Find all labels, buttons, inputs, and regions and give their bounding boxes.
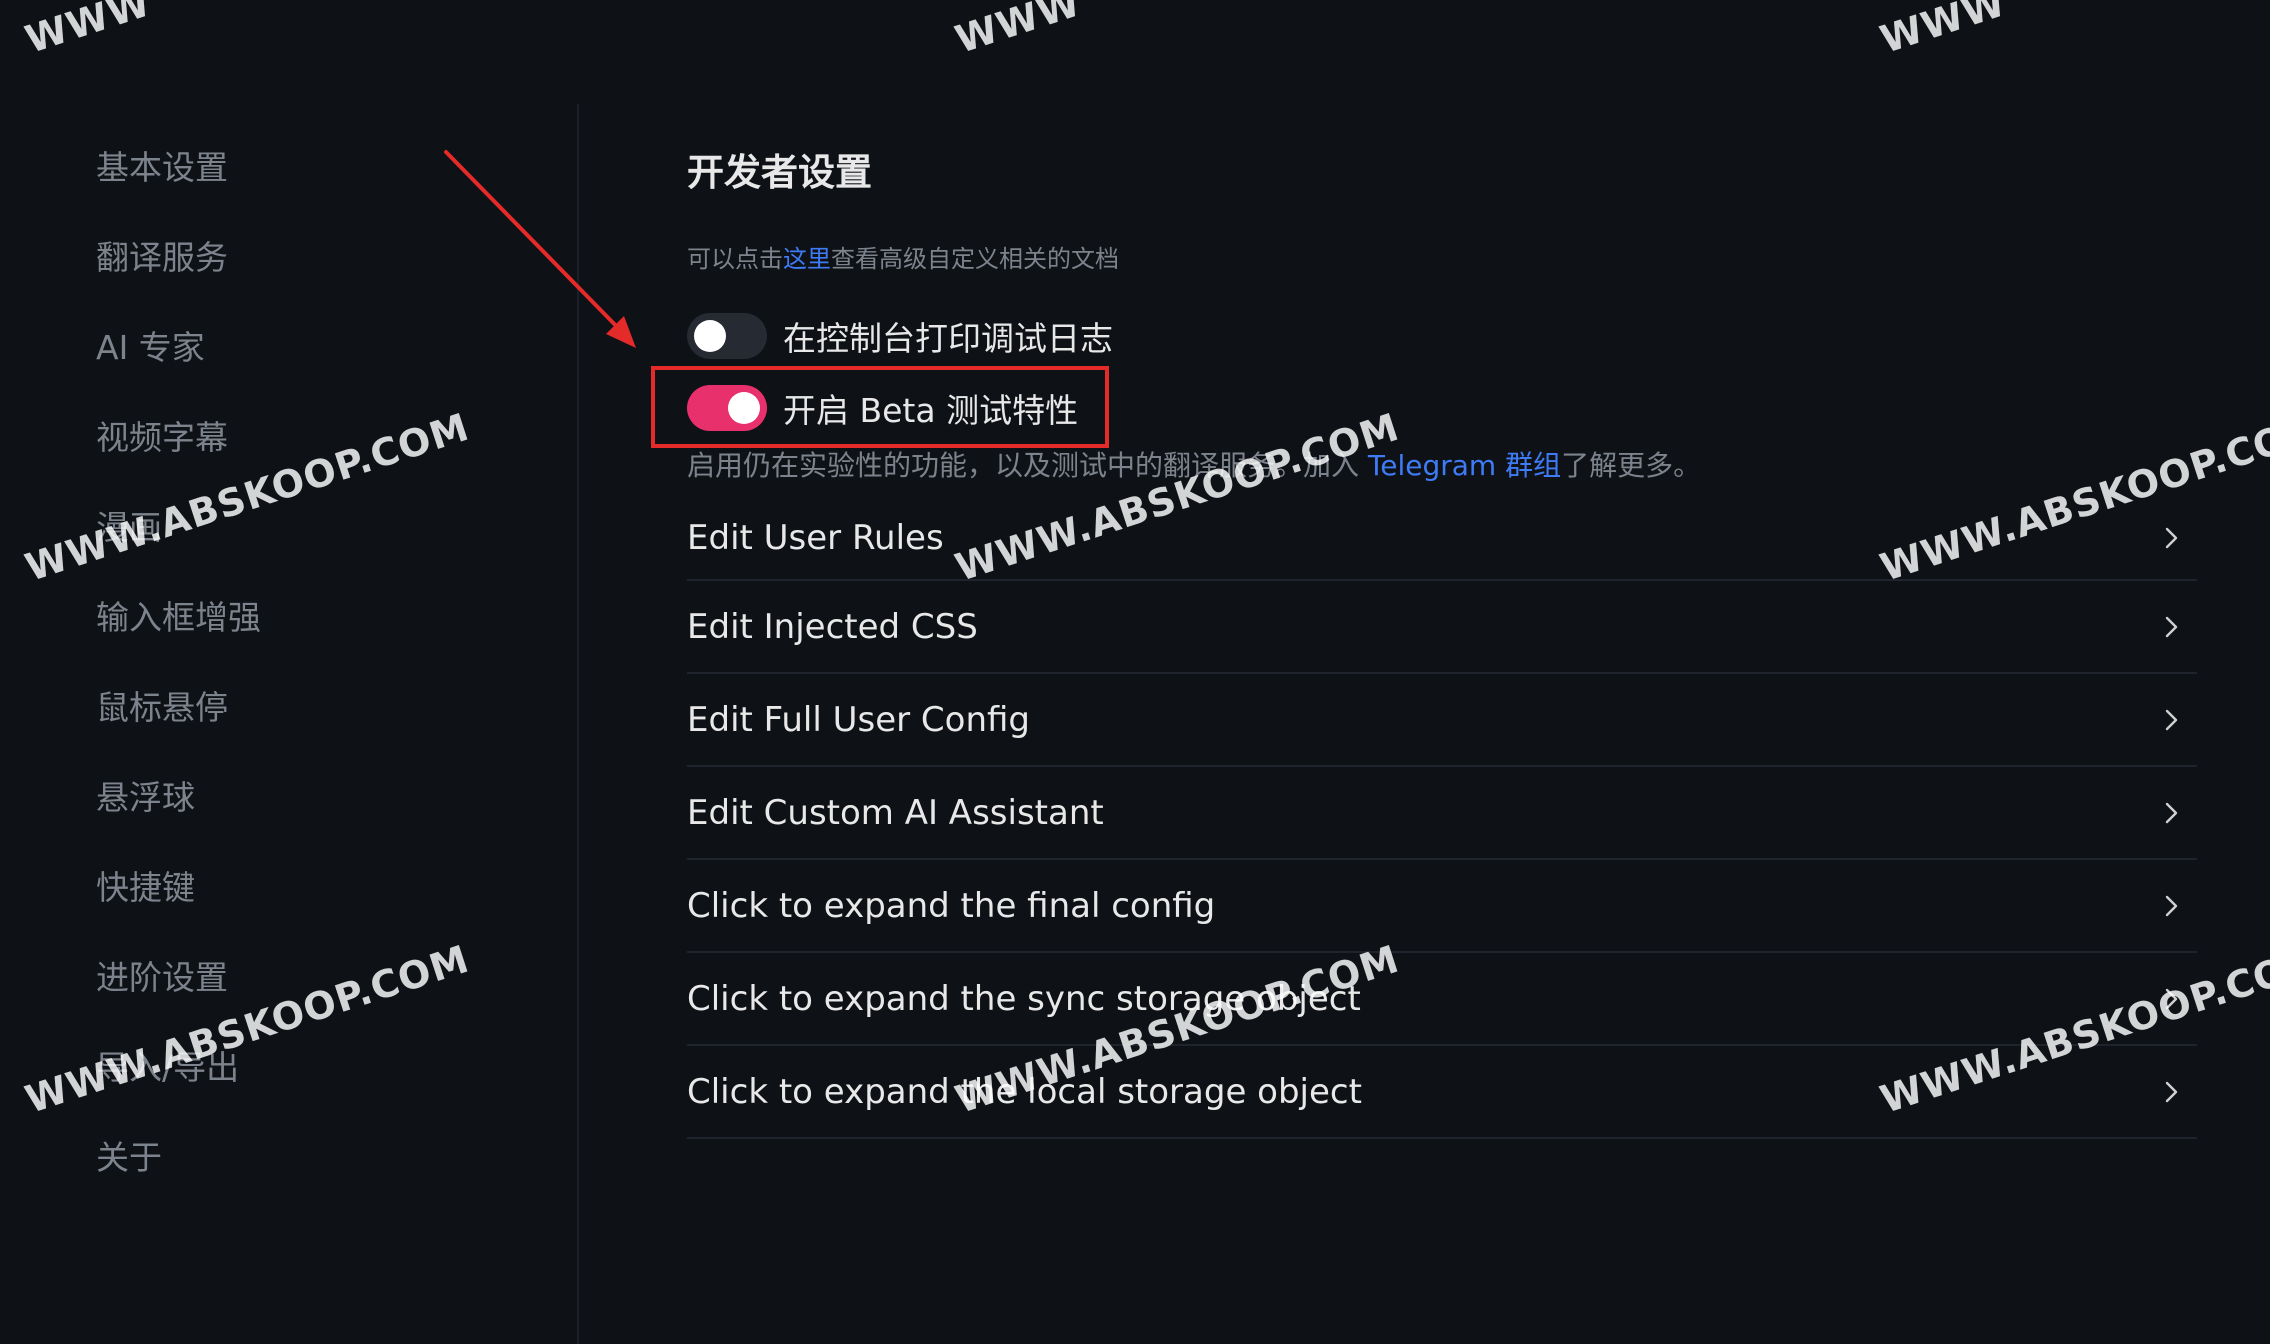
beta-description: 启用仍在实验性的功能，以及测试中的翻译服务。加入 Telegram 群组了解更多… (687, 444, 1701, 484)
doc-hint-prefix: 可以点击 (687, 245, 783, 273)
sidebar-divider (577, 104, 579, 1344)
expand-final-config-row[interactable]: Click to expand the final config (687, 860, 2197, 953)
chevron-right-icon (2165, 1081, 2178, 1102)
beta-features-label: 开启 Beta 测试特性 (783, 391, 1079, 430)
sidebar-item-mouse-hover[interactable]: 鼠标悬停 (96, 672, 261, 762)
chevron-right-icon (2165, 802, 2178, 823)
expand-local-storage-row[interactable]: Click to expand the local storage object (687, 1046, 2197, 1139)
sidebar-item-advanced-settings[interactable]: 进阶设置 (96, 942, 261, 1032)
edit-injected-css-row[interactable]: Edit Injected CSS (687, 581, 2197, 674)
sidebar-nav: 基本设置 翻译服务 AI 专家 视频字幕 漫画 输入框增强 鼠标悬停 悬浮球 快… (96, 132, 261, 1212)
beta-features-toggle[interactable] (687, 385, 767, 431)
chevron-right-icon (2165, 709, 2178, 730)
debug-log-label: 在控制台打印调试日志 (783, 319, 1113, 358)
row-label: Edit Full User Config (687, 699, 1030, 740)
toggle-knob (728, 392, 760, 424)
doc-hint: 可以点击这里查看高级自定义相关的文档 (687, 239, 1119, 274)
beta-description-suffix: 了解更多。 (1561, 449, 1702, 482)
edit-custom-ai-assistant-row[interactable]: Edit Custom AI Assistant (687, 767, 2197, 860)
settings-window: 基本设置 翻译服务 AI 专家 视频字幕 漫画 输入框增强 鼠标悬停 悬浮球 快… (0, 0, 2270, 1344)
row-label: Click to expand the final config (687, 885, 1216, 926)
edit-user-rules-row[interactable]: Edit User Rules (687, 497, 2197, 581)
sidebar-item-input-box-enhance[interactable]: 输入框增强 (96, 582, 261, 672)
sidebar-item-translation-services[interactable]: 翻译服务 (96, 222, 261, 312)
row-label: Edit User Rules (687, 518, 944, 558)
row-label: Click to expand the local storage object (687, 1071, 1362, 1112)
chevron-right-icon (2165, 988, 2178, 1009)
row-label: Click to expand the sync storage object (687, 978, 1361, 1019)
sidebar: 基本设置 翻译服务 AI 专家 视频字幕 漫画 输入框增强 鼠标悬停 悬浮球 快… (0, 0, 578, 1344)
developer-settings-panel: 开发者设置 可以点击这里查看高级自定义相关的文档 在控制台打印调试日志 开启 B… (651, 0, 2197, 1344)
expand-sync-storage-row[interactable]: Click to expand the sync storage object (687, 953, 2197, 1046)
sidebar-item-import-export[interactable]: 导入/导出 (96, 1032, 261, 1122)
sidebar-item-floating-ball[interactable]: 悬浮球 (96, 762, 261, 852)
debug-log-toggle[interactable] (687, 313, 767, 359)
doc-link[interactable]: 这里 (783, 245, 831, 273)
doc-hint-suffix: 查看高级自定义相关的文档 (831, 245, 1119, 273)
sidebar-item-comics[interactable]: 漫画 (96, 492, 261, 582)
sidebar-item-ai-expert[interactable]: AI 专家 (96, 312, 261, 402)
row-label: Edit Custom AI Assistant (687, 792, 1104, 833)
sidebar-item-about[interactable]: 关于 (96, 1122, 261, 1212)
sidebar-item-basic-settings[interactable]: 基本设置 (96, 132, 261, 222)
chevron-right-icon (2165, 895, 2178, 916)
telegram-group-link[interactable]: Telegram 群组 (1368, 449, 1561, 482)
debug-log-toggle-row: 在控制台打印调试日志 (687, 312, 1113, 360)
chevron-right-icon (2165, 616, 2178, 637)
beta-description-prefix: 启用仍在实验性的功能，以及测试中的翻译服务。加入 (687, 449, 1368, 482)
edit-full-user-config-row[interactable]: Edit Full User Config (687, 674, 2197, 767)
sidebar-item-shortcuts[interactable]: 快捷键 (96, 852, 261, 942)
page-title: 开发者设置 (687, 151, 872, 194)
sidebar-item-video-subtitles[interactable]: 视频字幕 (96, 402, 261, 492)
developer-options-list: Edit User Rules Edit Injected CSS Edit F… (687, 497, 2197, 1139)
beta-features-toggle-row: 开启 Beta 测试特性 (687, 384, 1078, 432)
toggle-knob (694, 320, 726, 352)
row-label: Edit Injected CSS (687, 606, 978, 647)
chevron-right-icon (2165, 527, 2178, 549)
